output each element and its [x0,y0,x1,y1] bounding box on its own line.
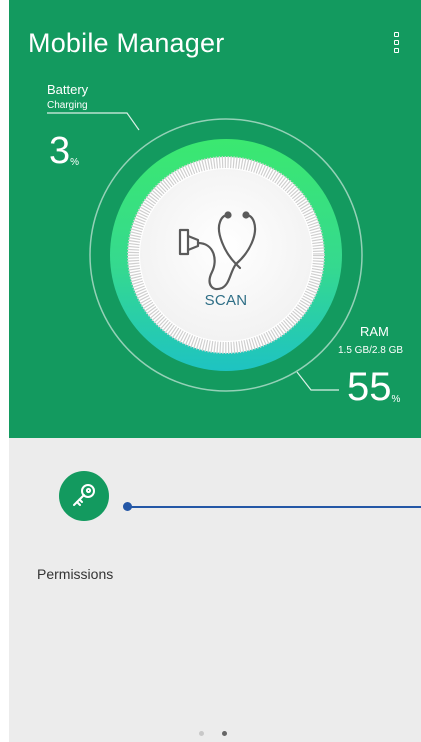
tools-panel: Permissions [9,438,421,742]
page-dot-active[interactable] [222,731,227,736]
permissions-label: Permissions [37,566,114,582]
scan-button[interactable]: SCAN [126,160,326,350]
callout-pointer-line [126,506,421,508]
header-panel: Mobile Manager Battery Charging 3% RAM 1… [9,0,421,438]
scan-label: SCAN [204,292,248,309]
mobile-manager-screen: Mobile Manager Battery Charging 3% RAM 1… [0,0,421,742]
permissions-tile[interactable]: Permissions [37,468,137,582]
key-icon [59,471,109,521]
stethoscope-icon [178,211,257,291]
screen-left-edge [0,0,9,742]
page-dot[interactable] [199,731,204,736]
page-indicator [199,731,227,736]
